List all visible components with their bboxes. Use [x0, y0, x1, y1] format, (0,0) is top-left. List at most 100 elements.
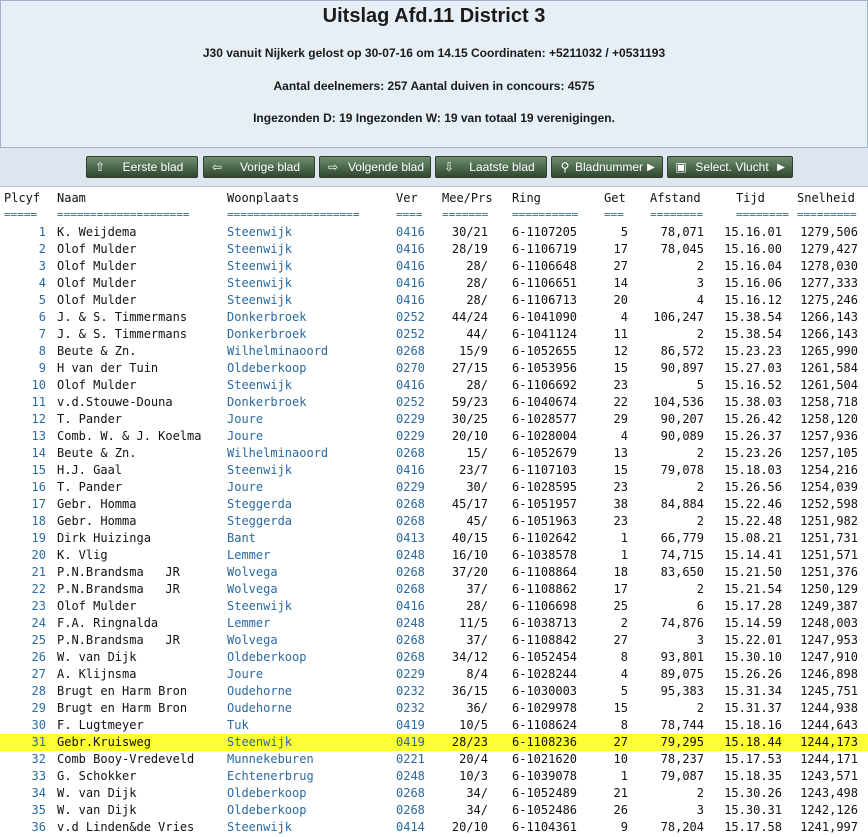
- cell-place[interactable]: 25: [4, 632, 46, 649]
- cell-city[interactable]: Wilhelminaoord: [227, 445, 328, 462]
- cell-city[interactable]: Wolvega: [227, 564, 278, 581]
- page-number-button[interactable]: ⚲ Bladnummer ▶: [551, 156, 663, 178]
- cell-city[interactable]: Joure: [227, 428, 263, 445]
- cell-place[interactable]: 35: [4, 802, 46, 819]
- cell-speed: 1265,990: [800, 344, 858, 358]
- cell-place[interactable]: 1: [4, 224, 46, 241]
- cell-place[interactable]: 26: [4, 649, 46, 666]
- cell-time: 15.16.12: [724, 293, 782, 307]
- cell-place[interactable]: 13: [4, 428, 46, 445]
- cell-city[interactable]: Oudehorne: [227, 683, 292, 700]
- cell-city[interactable]: Steenwijk: [227, 734, 292, 751]
- cell-city[interactable]: Wolvega: [227, 632, 278, 649]
- cell-place[interactable]: 7: [4, 326, 46, 343]
- cell-place[interactable]: 36: [4, 819, 46, 836]
- cell-club: 0268: [396, 514, 425, 528]
- cell-place[interactable]: 5: [4, 292, 46, 309]
- cell-city[interactable]: Wilhelminaoord: [227, 343, 328, 360]
- cell-city[interactable]: Lemmer: [227, 615, 270, 632]
- cell-city[interactable]: Donkerbroek: [227, 309, 306, 326]
- cell-place[interactable]: 14: [4, 445, 46, 462]
- cell-place[interactable]: 24: [4, 615, 46, 632]
- cell-city[interactable]: Steenwijk: [227, 275, 292, 292]
- cell-city[interactable]: Bant: [227, 530, 256, 547]
- cell-city[interactable]: Munnekeburen: [227, 751, 314, 768]
- cell-place[interactable]: 8: [4, 343, 46, 360]
- cell-city[interactable]: Steenwijk: [227, 462, 292, 479]
- cell-place[interactable]: 27: [4, 666, 46, 683]
- cell-city[interactable]: Joure: [227, 479, 263, 496]
- cell-city[interactable]: Wolvega: [227, 581, 278, 598]
- cell-distance: 66,779: [660, 531, 704, 545]
- cell-city[interactable]: Oldeberkoop: [227, 649, 306, 666]
- cell-place[interactable]: 15: [4, 462, 46, 479]
- cell-city[interactable]: Donkerbroek: [227, 326, 306, 343]
- cell-place[interactable]: 21: [4, 564, 46, 581]
- first-page-button[interactable]: ⇧ Eerste blad: [86, 156, 198, 178]
- cell-time: 15.17.58: [724, 820, 782, 834]
- cell-marked: 4: [620, 429, 628, 443]
- cell-place[interactable]: 16: [4, 479, 46, 496]
- cell-ring: 6-1107103: [512, 463, 578, 477]
- cell-place[interactable]: 31: [4, 734, 46, 751]
- cell-city[interactable]: Joure: [227, 411, 263, 428]
- col-header-ring: Ring: [512, 191, 541, 205]
- cell-distance: 79,087: [660, 769, 704, 783]
- cell-speed: 1266,143: [800, 327, 858, 341]
- select-flight-button[interactable]: ▣ Select. Vlucht ▶: [667, 156, 793, 178]
- cell-city[interactable]: Steenwijk: [227, 377, 292, 394]
- cell-city[interactable]: Donkerbroek: [227, 394, 306, 411]
- cell-marked: 23: [613, 480, 628, 494]
- cell-place[interactable]: 30: [4, 717, 46, 734]
- last-page-button[interactable]: ⇩ Laatste blad: [435, 156, 547, 178]
- cell-place[interactable]: 32: [4, 751, 46, 768]
- cell-city[interactable]: Steenwijk: [227, 292, 292, 309]
- cell-place[interactable]: 22: [4, 581, 46, 598]
- cell-time: 15.16.52: [724, 378, 782, 392]
- cell-place[interactable]: 20: [4, 547, 46, 564]
- cell-place[interactable]: 28: [4, 683, 46, 700]
- cell-place[interactable]: 23: [4, 598, 46, 615]
- cell-city[interactable]: Oldeberkoop: [227, 785, 306, 802]
- cell-city[interactable]: Tuk: [227, 717, 249, 734]
- cell-place[interactable]: 34: [4, 785, 46, 802]
- cell-city[interactable]: Steggerda: [227, 496, 292, 513]
- cell-city[interactable]: Steenwijk: [227, 241, 292, 258]
- cell-time: 15.31.37: [724, 701, 782, 715]
- cell-city[interactable]: Steenwijk: [227, 819, 292, 836]
- cell-place[interactable]: 19: [4, 530, 46, 547]
- cell-place[interactable]: 29: [4, 700, 46, 717]
- cell-place[interactable]: 9: [4, 360, 46, 377]
- participants-info: Aantal deelnemers: 257 Aantal duiven in …: [273, 79, 595, 93]
- cell-place[interactable]: 33: [4, 768, 46, 785]
- cell-city[interactable]: Steggerda: [227, 513, 292, 530]
- cell-city[interactable]: Steenwijk: [227, 224, 292, 241]
- cell-city[interactable]: Steenwijk: [227, 598, 292, 615]
- next-page-button[interactable]: ⇨ Volgende blad: [319, 156, 431, 178]
- cell-place[interactable]: 17: [4, 496, 46, 513]
- cell-place[interactable]: 3: [4, 258, 46, 275]
- cell-city[interactable]: Oudehorne: [227, 700, 292, 717]
- cell-city[interactable]: Oldeberkoop: [227, 360, 306, 377]
- cell-city[interactable]: Joure: [227, 666, 263, 683]
- cell-place[interactable]: 10: [4, 377, 46, 394]
- cell-marked: 4: [620, 667, 628, 681]
- cell-speed: 1247,953: [800, 633, 858, 647]
- cell-city[interactable]: Lemmer: [227, 547, 270, 564]
- cell-marked: 8: [620, 718, 628, 732]
- cell-place[interactable]: 4: [4, 275, 46, 292]
- cell-place[interactable]: 12: [4, 411, 46, 428]
- cell-place[interactable]: 6: [4, 309, 46, 326]
- cell-place[interactable]: 18: [4, 513, 46, 530]
- previous-page-button[interactable]: ⇦ Vorige blad: [203, 156, 315, 178]
- cell-time: 15.21.50: [724, 565, 782, 579]
- col-header-name: Naam: [57, 191, 86, 205]
- cell-city[interactable]: Oldeberkoop: [227, 802, 306, 819]
- cell-ring: 6-1102642: [512, 531, 578, 545]
- cell-place[interactable]: 2: [4, 241, 46, 258]
- cell-name: Beute & Zn.: [57, 446, 137, 460]
- cell-entries: 28/: [466, 378, 488, 392]
- cell-city[interactable]: Steenwijk: [227, 258, 292, 275]
- cell-city[interactable]: Echtenerbrug: [227, 768, 314, 785]
- cell-place[interactable]: 11: [4, 394, 46, 411]
